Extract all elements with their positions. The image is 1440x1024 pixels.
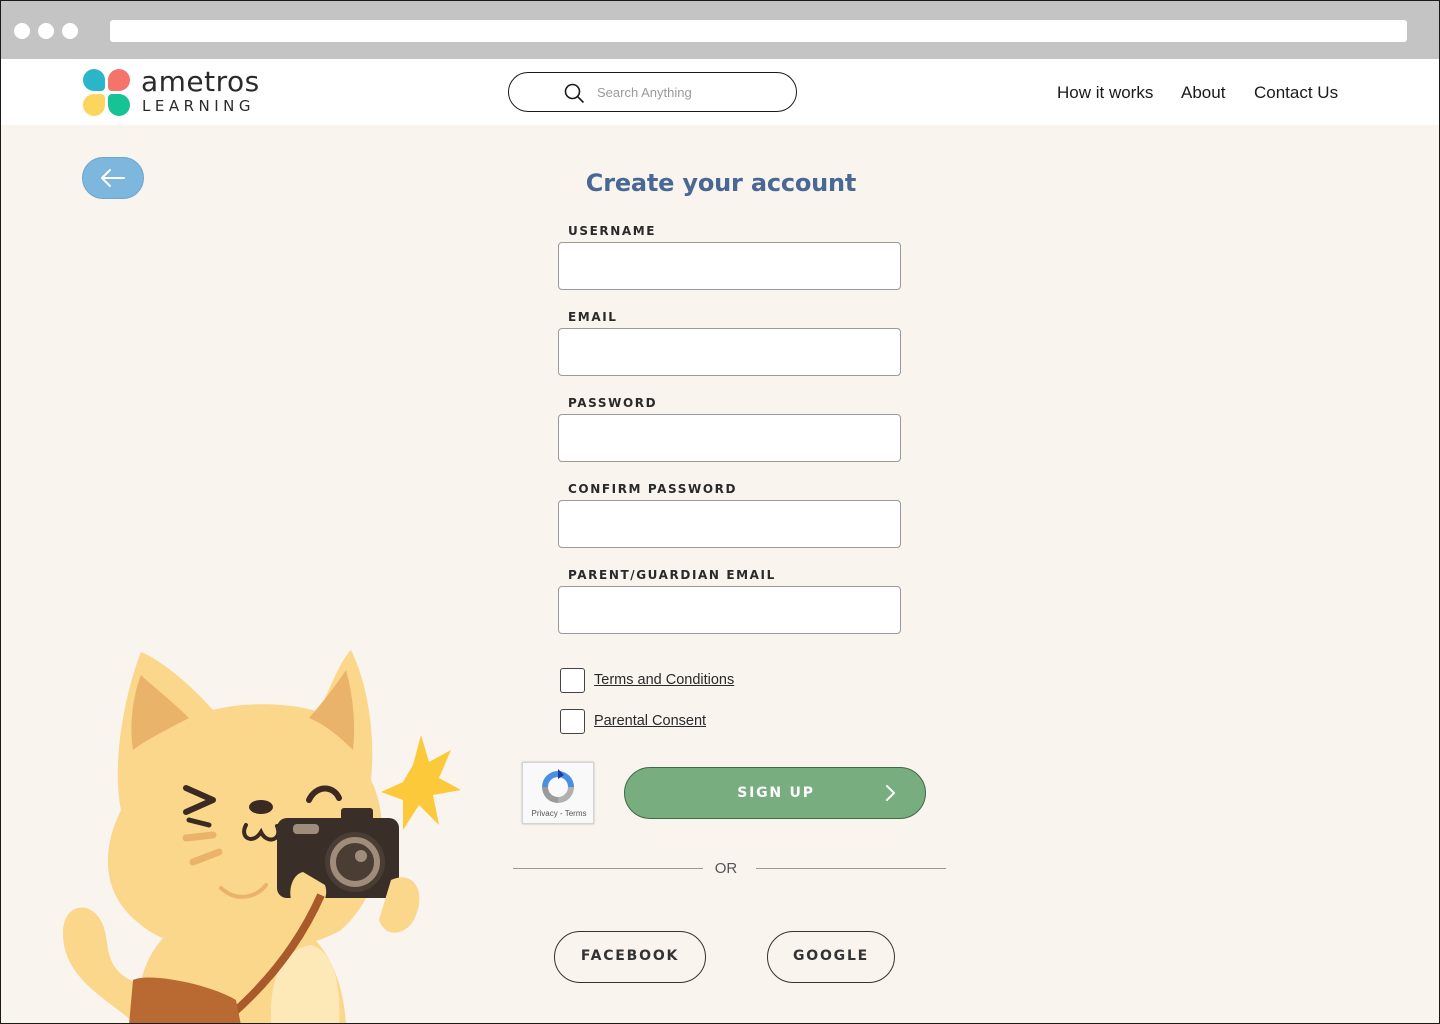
divider-line-right — [756, 868, 946, 869]
confirm-password-label: CONFIRM PASSWORD — [568, 482, 738, 496]
username-field[interactable] — [558, 242, 901, 290]
chevron-right-icon — [886, 785, 895, 801]
terms-link[interactable]: Terms and Conditions — [594, 672, 734, 688]
consent-link[interactable]: Parental Consent — [594, 713, 706, 729]
address-bar[interactable] — [110, 20, 1407, 42]
divider-line-left — [513, 868, 703, 869]
sign-up-label: SIGN UP — [737, 785, 815, 801]
google-label: GOOGLE — [792, 948, 870, 964]
logo-wordmark: ametros — [141, 65, 260, 98]
confirm-password-field[interactable] — [558, 500, 901, 548]
back-button[interactable] — [82, 157, 144, 199]
password-label: PASSWORD — [568, 396, 658, 410]
browser-window: ametros LEARNING How it works About Cont… — [0, 0, 1440, 1024]
search-input[interactable] — [597, 82, 777, 102]
parent-email-field[interactable] — [558, 586, 901, 634]
email-field[interactable] — [558, 328, 901, 376]
logo-petal-yellow — [83, 94, 105, 116]
password-field[interactable] — [558, 414, 901, 462]
window-dot-minimize[interactable] — [38, 23, 54, 39]
recaptcha-badge[interactable]: Privacy - Terms — [522, 762, 594, 824]
page-title: Create your account — [585, 169, 857, 197]
facebook-label: FACEBOOK — [580, 948, 680, 964]
username-label: USERNAME — [568, 224, 657, 238]
google-button[interactable]: GOOGLE — [767, 931, 895, 983]
logo-petal-green — [108, 94, 130, 116]
email-label: EMAIL — [568, 310, 618, 324]
arrow-left-icon — [101, 169, 125, 187]
window-dot-close[interactable] — [14, 23, 30, 39]
consent-checkbox[interactable] — [560, 708, 585, 734]
logo-petal-coral — [108, 69, 130, 91]
consent-row: Parental Consent — [560, 708, 706, 734]
cat-with-camera-illustration — [62, 650, 461, 1023]
window-dot-maximize[interactable] — [62, 23, 78, 39]
nav-contact-us[interactable]: Contact Us — [1254, 83, 1338, 103]
logo-petal-teal — [83, 69, 105, 91]
nav-how-it-works[interactable]: How it works — [1057, 83, 1153, 103]
browser-chrome — [1, 1, 1439, 59]
parent-email-label: PARENT/GUARDIAN EMAIL — [568, 568, 776, 582]
signup-page: Create your account USERNAME EMAIL PASSW… — [1, 125, 1439, 1023]
or-divider-text: OR — [714, 860, 738, 877]
nav-about[interactable]: About — [1181, 83, 1225, 103]
recaptcha-icon — [542, 769, 574, 803]
terms-checkbox[interactable] — [560, 667, 585, 693]
ametros-logo[interactable]: ametros LEARNING — [83, 65, 283, 117]
recaptcha-privacy-terms[interactable]: Privacy - Terms — [523, 809, 595, 818]
facebook-button[interactable]: FACEBOOK — [554, 931, 706, 983]
terms-row: Terms and Conditions — [560, 667, 734, 693]
search-icon[interactable] — [563, 82, 585, 104]
site-header: ametros LEARNING How it works About Cont… — [1, 59, 1439, 125]
sign-up-button[interactable]: SIGN UP — [624, 767, 926, 819]
search-bar[interactable] — [508, 72, 797, 112]
logo-tagline: LEARNING — [142, 97, 256, 115]
